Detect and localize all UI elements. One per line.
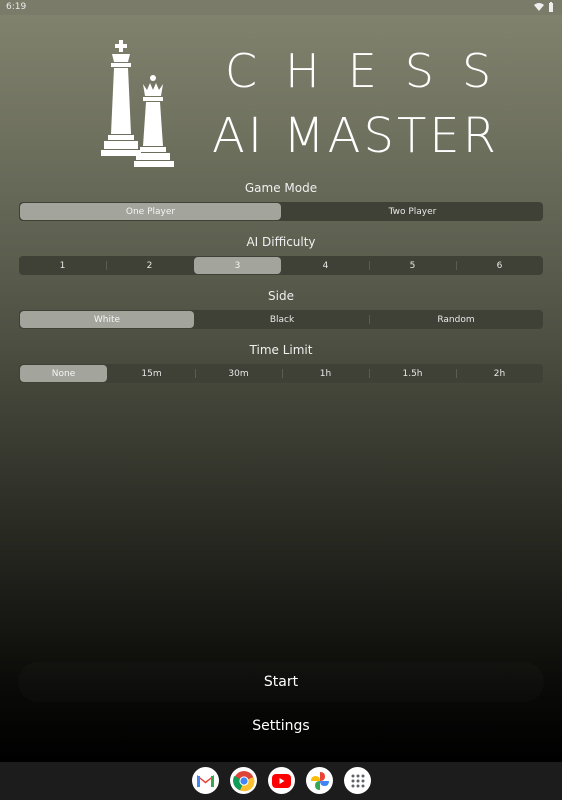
side-option-white[interactable]: White	[20, 311, 194, 328]
app-dock	[192, 767, 371, 794]
status-icons	[534, 2, 554, 12]
time-limit-label: Time Limit	[249, 343, 313, 357]
difficulty-option-4[interactable]: 4	[282, 256, 369, 275]
app-title-line1: CHESS	[225, 44, 520, 98]
game-mode-selector: One Player Two Player	[19, 202, 543, 221]
wifi-icon	[534, 2, 544, 11]
game-mode-option-one-player[interactable]: One Player	[20, 203, 281, 220]
side-option-random[interactable]: Random	[369, 310, 543, 329]
time-option-1-5h[interactable]: 1.5h	[369, 364, 456, 383]
navigation-dock	[0, 762, 562, 800]
ai-difficulty-selector: 1 2 3 4 5 6	[19, 256, 543, 275]
time-option-15m[interactable]: 15m	[108, 364, 195, 383]
youtube-icon[interactable]	[268, 767, 295, 794]
time-option-2h[interactable]: 2h	[456, 364, 543, 383]
status-time: 6:19	[6, 2, 27, 12]
app-title-line2: AI MASTER	[212, 108, 499, 164]
game-mode-option-two-player[interactable]: Two Player	[282, 202, 543, 221]
difficulty-option-2[interactable]: 2	[106, 256, 193, 275]
difficulty-option-6[interactable]: 6	[456, 256, 543, 275]
chess-pieces-logo-icon	[101, 40, 174, 167]
side-selector: White Black Random	[19, 310, 543, 329]
time-limit-selector: None 15m 30m 1h 1.5h 2h	[19, 364, 543, 383]
battery-icon	[549, 2, 553, 12]
game-mode-label: Game Mode	[244, 181, 318, 195]
ai-difficulty-label: AI Difficulty	[246, 235, 316, 249]
difficulty-option-1[interactable]: 1	[19, 256, 106, 275]
time-option-none[interactable]: None	[20, 365, 107, 382]
difficulty-option-5[interactable]: 5	[369, 256, 456, 275]
start-button[interactable]: Start	[18, 662, 544, 702]
time-option-30m[interactable]: 30m	[195, 364, 282, 383]
gmail-icon[interactable]	[192, 767, 219, 794]
status-bar: 6:19	[0, 0, 562, 15]
difficulty-option-3[interactable]: 3	[194, 257, 281, 274]
photos-icon[interactable]	[306, 767, 333, 794]
settings-button[interactable]: Settings	[18, 706, 544, 746]
side-label: Side	[268, 289, 294, 303]
chrome-icon[interactable]	[230, 767, 257, 794]
side-option-black[interactable]: Black	[195, 310, 369, 329]
time-option-1h[interactable]: 1h	[282, 364, 369, 383]
app-drawer-icon[interactable]	[344, 767, 371, 794]
